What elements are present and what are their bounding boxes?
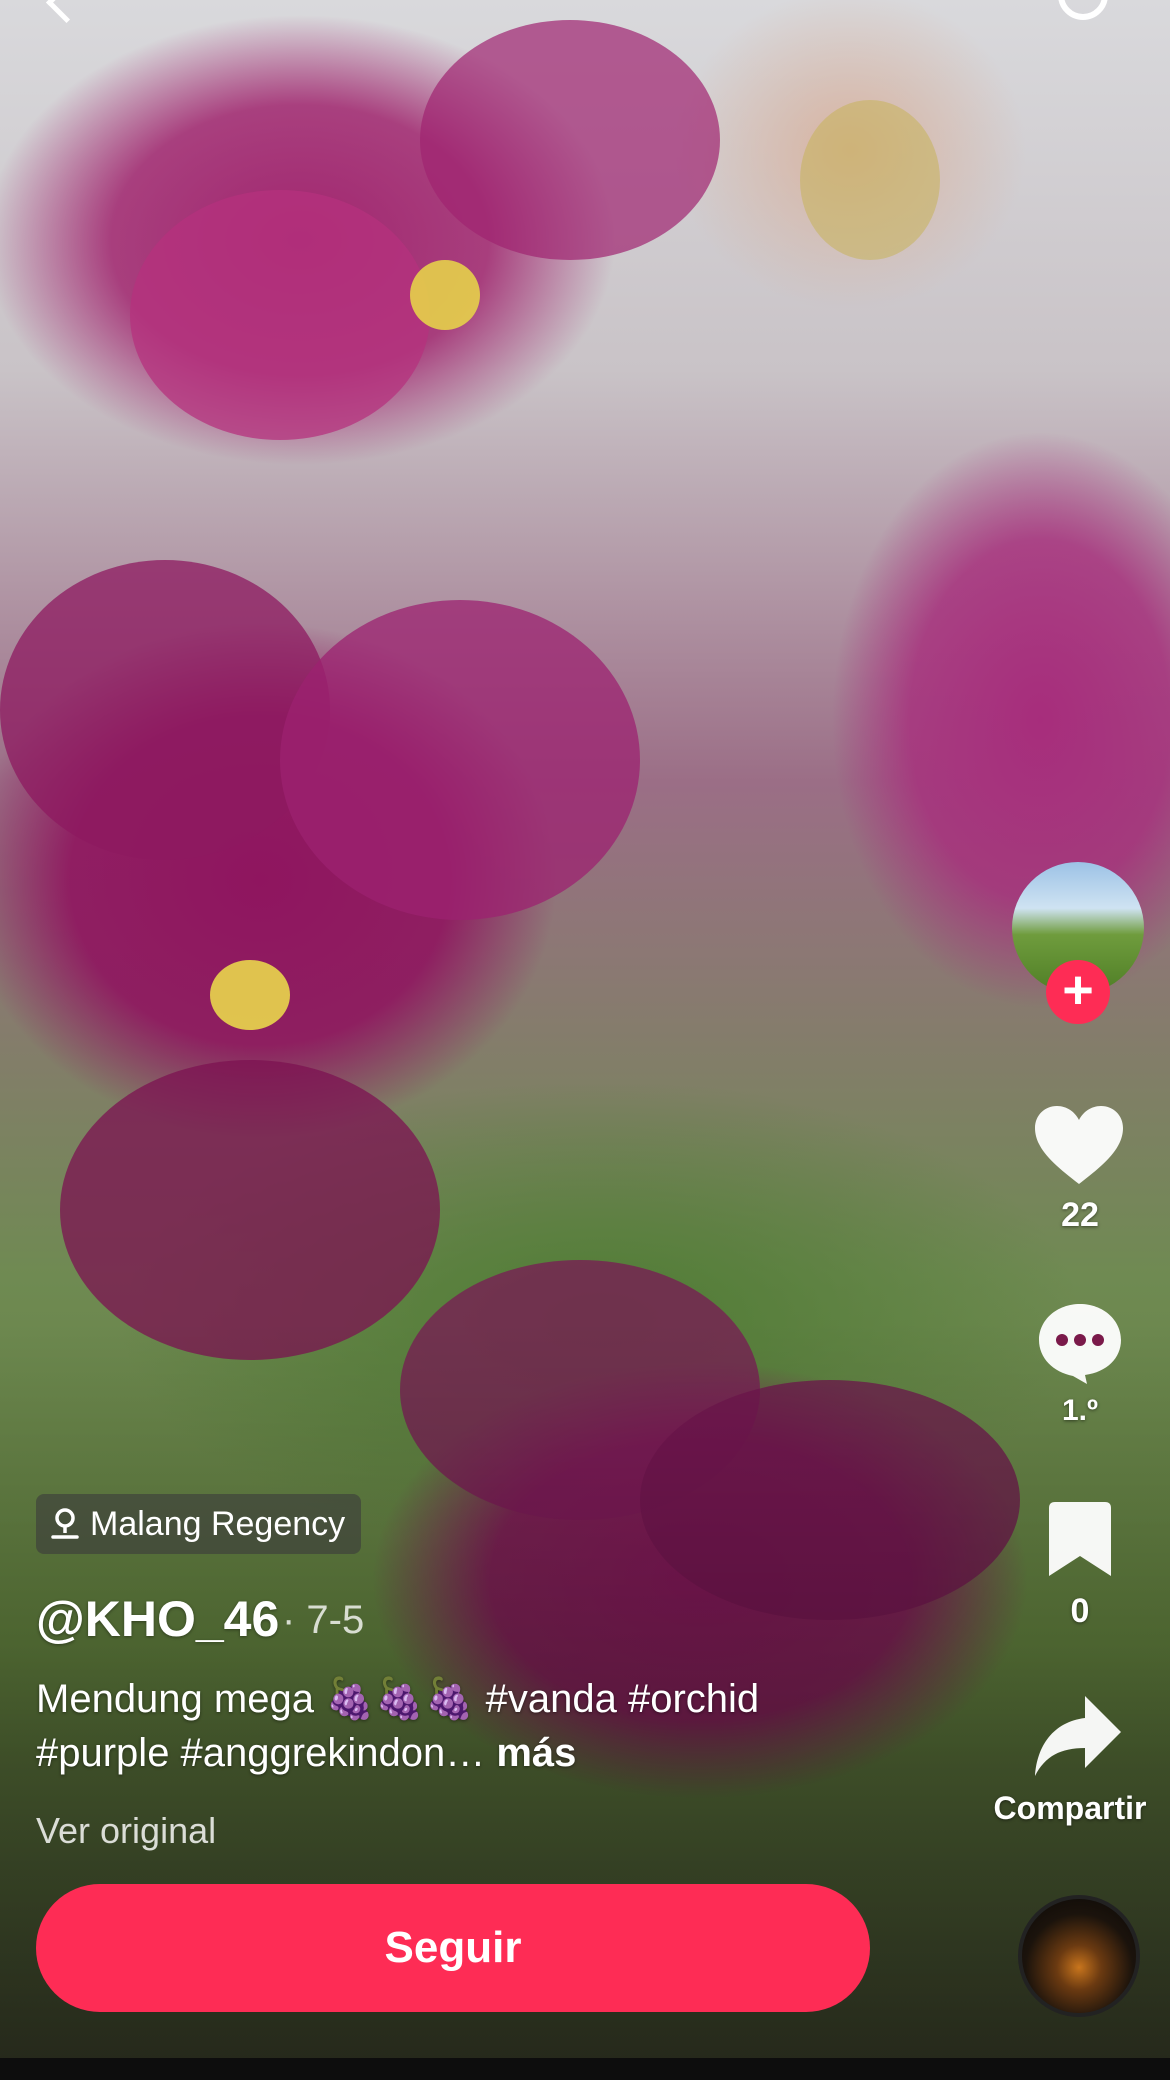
video-frame-detail bbox=[420, 20, 720, 260]
video-frame-detail bbox=[60, 1060, 440, 1360]
bookmark-icon[interactable] bbox=[1047, 1500, 1113, 1578]
follow-plus-icon[interactable]: + bbox=[1046, 960, 1110, 1024]
video-frame-detail bbox=[210, 960, 290, 1030]
bottom-bar bbox=[0, 2058, 1170, 2080]
like-count: 22 bbox=[1061, 1196, 1099, 1234]
view-original-link[interactable]: Ver original bbox=[36, 1810, 216, 1852]
comment-count: 1.º bbox=[1062, 1394, 1098, 1427]
location-pin-icon bbox=[51, 1508, 79, 1539]
video-frame-detail bbox=[800, 100, 940, 260]
video-frame-detail bbox=[0, 560, 330, 860]
location-tag[interactable]: Malang Regency bbox=[36, 1494, 362, 1554]
share-icon[interactable] bbox=[1033, 1694, 1123, 1778]
caption-text: Mendung mega 🍇🍇🍇 #vanda #orchid #purple … bbox=[36, 1677, 760, 1775]
comment-icon[interactable] bbox=[1035, 1300, 1125, 1386]
video-frame-detail bbox=[410, 260, 480, 330]
sound-disc[interactable] bbox=[1018, 1895, 1140, 2017]
location-label: Malang Regency bbox=[90, 1504, 346, 1543]
share-label: Compartir bbox=[993, 1790, 1147, 1826]
video-frame-detail bbox=[130, 190, 430, 440]
save-count: 0 bbox=[1070, 1592, 1090, 1630]
caption-more-link[interactable]: más bbox=[485, 1731, 576, 1775]
heart-icon[interactable] bbox=[1033, 1104, 1125, 1186]
follow-button[interactable]: Seguir bbox=[36, 1884, 870, 2012]
author-username[interactable]: @KHO_46 bbox=[36, 1590, 279, 1648]
video-frame-detail bbox=[280, 600, 640, 920]
video-caption[interactable]: Mendung mega 🍇🍇🍇 #vanda #orchid #purple … bbox=[36, 1672, 896, 1780]
post-date: · 7-5 bbox=[282, 1598, 365, 1642]
